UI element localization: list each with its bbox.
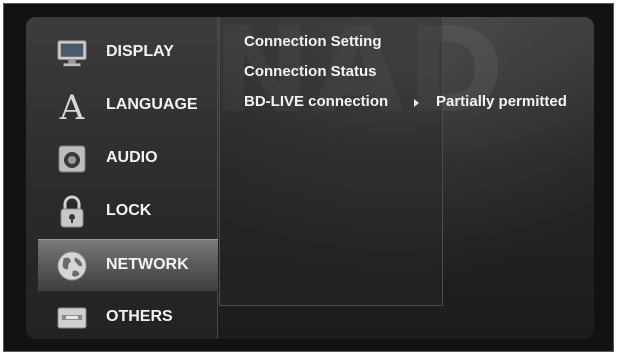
padlock-icon [56, 195, 88, 228]
sidebar-item-lock[interactable]: LOCK [26, 186, 218, 239]
svg-text:A: A [59, 89, 85, 123]
chevron-right-icon [414, 99, 419, 107]
tv-screen: NAD DISPLAY A [3, 3, 614, 352]
speaker-icon [56, 143, 88, 175]
setup-menu-panel: NAD DISPLAY A [26, 17, 594, 339]
sidebar-item-network[interactable]: NETWORK [38, 239, 218, 292]
submenu-item-connection-status[interactable]: Connection Status [244, 63, 377, 80]
sidebar-item-language[interactable]: A LANGUAGE [26, 80, 218, 133]
sidebar-item-label: NETWORK [106, 256, 189, 273]
sidebar-item-label: LANGUAGE [106, 96, 198, 113]
display-icon [56, 37, 88, 69]
sidebar-item-label: DISPLAY [106, 43, 174, 60]
sidebar-item-display[interactable]: DISPLAY [26, 27, 218, 80]
device-icon [56, 302, 88, 334]
globe-icon [56, 250, 88, 282]
sidebar-item-others[interactable]: OTHERS [26, 292, 218, 339]
network-submenu: Connection Setting Connection Status BD-… [219, 17, 443, 306]
setup-sidebar: DISPLAY A LANGUAGE AUDIO LOCK NETWORK OT… [26, 17, 218, 339]
submenu-item-bd-live-connection[interactable]: BD-LIVE connection [244, 93, 388, 110]
sidebar-item-label: AUDIO [106, 149, 158, 166]
bd-live-connection-value[interactable]: Partially permitted [436, 93, 567, 110]
language-icon: A [56, 89, 88, 123]
sidebar-item-audio[interactable]: AUDIO [26, 133, 218, 186]
sidebar-item-label: LOCK [106, 202, 152, 219]
sidebar-item-label: OTHERS [106, 308, 173, 325]
submenu-item-connection-setting[interactable]: Connection Setting [244, 33, 382, 50]
